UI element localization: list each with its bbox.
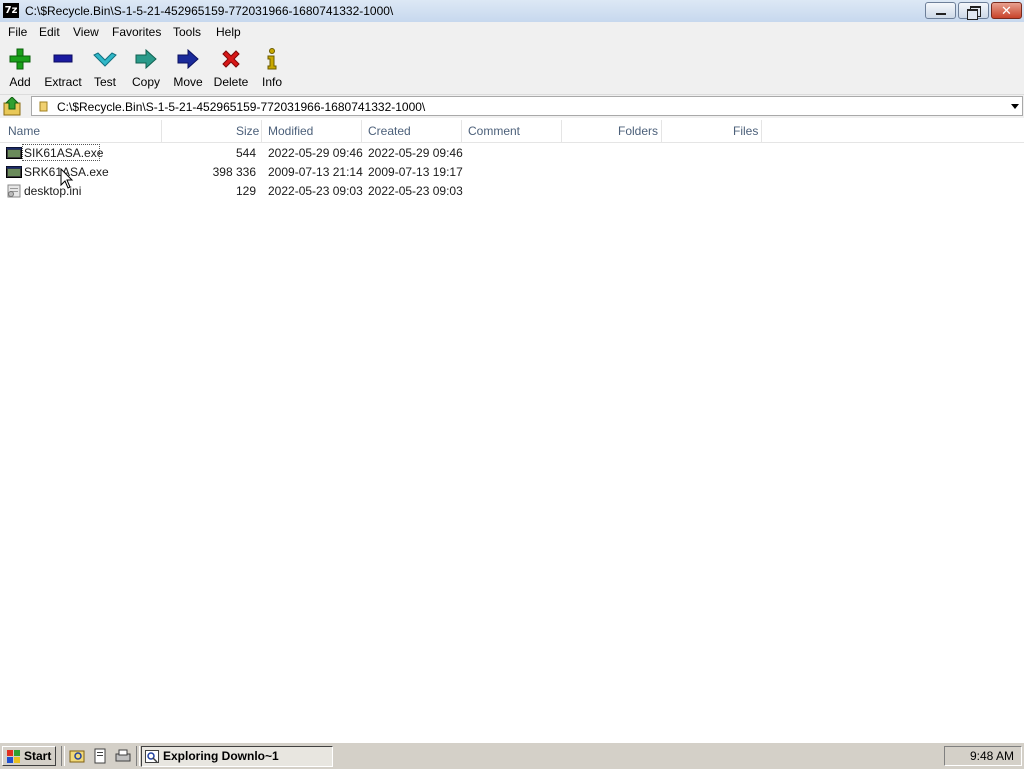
minimize-button[interactable] xyxy=(925,2,956,19)
test-label: Test xyxy=(93,75,116,89)
move-button[interactable]: Move xyxy=(171,46,205,89)
column-divider xyxy=(161,120,162,142)
address-path: C:\$Recycle.Bin\S-1-5-21-452965159-77203… xyxy=(57,100,426,114)
file-created: 2009-07-13 19:17 xyxy=(368,165,463,179)
copy-arrow-icon xyxy=(135,49,157,69)
extract-button[interactable]: Extract xyxy=(44,46,82,89)
window-title: C:\$Recycle.Bin\S-1-5-21-452965159-77203… xyxy=(25,4,394,18)
test-button[interactable]: Test xyxy=(91,46,119,89)
taskbar: Start Exploring Downlo~1 9:48 AM xyxy=(0,742,1024,769)
column-name[interactable]: Name xyxy=(8,124,40,138)
file-size: 544 xyxy=(235,146,256,160)
restore-icon-front xyxy=(967,9,978,20)
taskbar-divider xyxy=(136,746,140,766)
file-row[interactable]: SIK61ASA.exe 544 2022-05-29 09:46 2022-0… xyxy=(0,144,470,163)
info-icon xyxy=(267,48,277,70)
checkmark-icon xyxy=(93,52,117,67)
copy-label: Copy xyxy=(131,75,160,89)
toolbar: Add Extract Test Copy Move Delete Info xyxy=(0,42,1024,95)
column-created[interactable]: Created xyxy=(368,124,411,138)
mouse-cursor-icon xyxy=(60,168,74,189)
system-tray: 9:48 AM xyxy=(944,746,1022,766)
delete-label: Delete xyxy=(213,75,249,89)
column-comment[interactable]: Comment xyxy=(468,124,520,138)
7zip-app-icon[interactable]: 7z xyxy=(3,3,19,18)
address-field[interactable]: C:\$Recycle.Bin\S-1-5-21-452965159-77203… xyxy=(31,96,1023,116)
up-folder-button[interactable] xyxy=(3,96,23,116)
menu-help[interactable]: Help xyxy=(216,25,241,39)
address-bar: C:\$Recycle.Bin\S-1-5-21-452965159-77203… xyxy=(0,95,1024,118)
move-arrow-icon xyxy=(177,49,199,69)
column-files[interactable]: Files xyxy=(733,124,758,138)
start-label: Start xyxy=(24,749,52,763)
exe-icon xyxy=(6,166,22,178)
up-folder-icon xyxy=(3,96,21,116)
info-button[interactable]: Info xyxy=(260,46,284,89)
taskbar-divider xyxy=(61,746,65,766)
menu-bar: File Edit View Favorites Tools Help xyxy=(0,22,1024,42)
column-size[interactable]: Size xyxy=(236,124,259,138)
document-quicklaunch-icon[interactable] xyxy=(92,748,108,764)
file-modified: 2022-05-29 09:46 xyxy=(268,146,363,160)
file-size: 129 xyxy=(235,184,256,198)
column-folders[interactable]: Folders xyxy=(618,124,658,138)
column-divider xyxy=(461,120,462,142)
explorer-window-icon xyxy=(145,750,159,763)
copy-button[interactable]: Copy xyxy=(130,46,162,89)
minus-icon xyxy=(53,54,73,63)
menu-view[interactable]: View xyxy=(73,25,99,39)
title-bar: 7z C:\$Recycle.Bin\S-1-5-21-452965159-77… xyxy=(0,0,1024,23)
add-button[interactable]: Add xyxy=(6,46,34,89)
menu-tools[interactable]: Tools xyxy=(173,25,201,39)
menu-file[interactable]: File xyxy=(8,25,27,39)
column-divider xyxy=(761,120,762,142)
folder-path-icon xyxy=(39,101,48,112)
restore-button[interactable] xyxy=(958,2,989,20)
file-name: SIK61ASA.exe xyxy=(24,146,104,160)
file-created: 2022-05-29 09:46 xyxy=(368,146,463,160)
extract-label: Extract xyxy=(44,75,82,89)
column-divider xyxy=(361,120,362,142)
plus-icon xyxy=(9,48,31,70)
close-icon: ✕ xyxy=(1001,3,1012,18)
exe-icon xyxy=(6,147,22,159)
info-label: Info xyxy=(261,75,282,89)
column-modified[interactable]: Modified xyxy=(268,124,313,138)
file-modified: 2022-05-23 09:03 xyxy=(268,184,363,198)
menu-edit[interactable]: Edit xyxy=(39,25,60,39)
delete-button[interactable]: Delete xyxy=(212,46,250,89)
printer-quicklaunch-icon[interactable] xyxy=(115,748,131,764)
minimize-icon xyxy=(936,13,946,15)
column-divider xyxy=(661,120,662,142)
file-modified: 2009-07-13 21:14 xyxy=(268,165,363,179)
add-label: Add xyxy=(9,75,31,89)
explorer-quicklaunch-icon[interactable] xyxy=(69,748,85,764)
file-size: 398 336 xyxy=(212,165,256,179)
column-divider xyxy=(261,120,262,142)
close-button[interactable]: ✕ xyxy=(991,2,1022,19)
windows-logo-icon xyxy=(7,750,20,763)
start-button[interactable]: Start xyxy=(2,746,56,766)
ini-file-icon xyxy=(7,184,21,198)
move-label: Move xyxy=(173,75,203,89)
delete-x-icon xyxy=(222,50,240,68)
file-created: 2022-05-23 09:03 xyxy=(368,184,463,198)
taskbar-window-button[interactable]: Exploring Downlo~1 xyxy=(141,746,333,767)
clock[interactable]: 9:48 AM xyxy=(970,749,1014,763)
taskbar-window-label: Exploring Downlo~1 xyxy=(163,749,279,763)
menu-favorites[interactable]: Favorites xyxy=(112,25,161,39)
list-header: Name Size Modified Created Comment Folde… xyxy=(0,120,1024,143)
column-divider xyxy=(561,120,562,142)
chevron-down-icon[interactable] xyxy=(1011,104,1019,109)
